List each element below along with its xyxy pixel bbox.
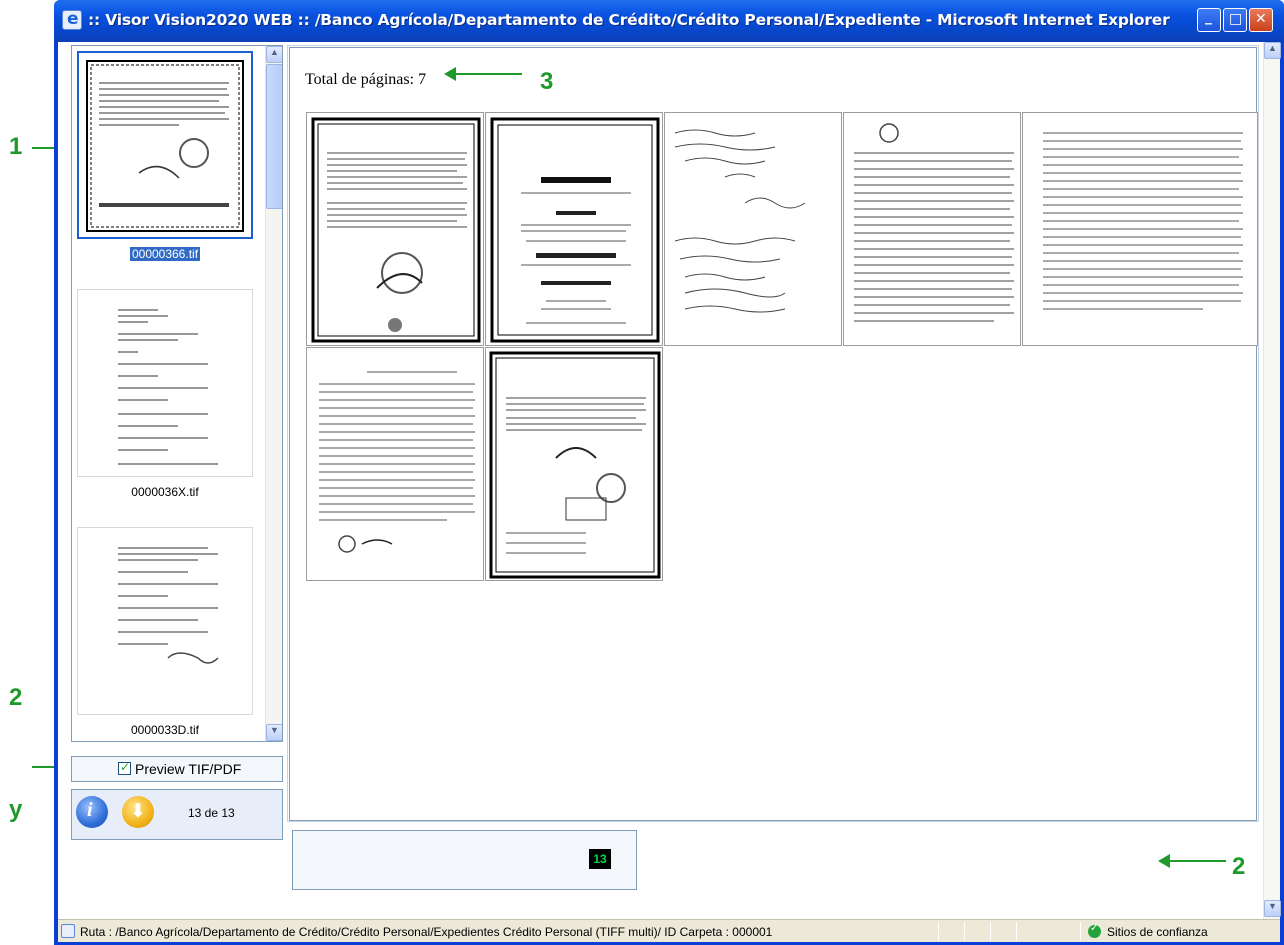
info-icon: i — [87, 799, 93, 821]
status-divider — [964, 922, 965, 941]
page-thumbnail[interactable] — [664, 112, 842, 346]
download-icon: ⬇ — [130, 800, 146, 822]
thumbnail-label[interactable]: 0000033D.tif — [77, 723, 253, 737]
annotation-y: y — [9, 796, 23, 823]
close-button[interactable]: ✕ — [1249, 8, 1273, 32]
page-counter: 13 — [589, 849, 611, 869]
page-thumbnail[interactable] — [1022, 112, 1258, 346]
status-divider — [938, 922, 939, 941]
thumbnail-image[interactable] — [77, 527, 253, 715]
annotation-1: 1 — [9, 133, 23, 160]
trusted-sites-icon — [1088, 923, 1101, 938]
thumbnail-image[interactable] — [77, 51, 253, 239]
ie-icon — [62, 9, 82, 30]
window-title: :: Visor Vision2020 WEB :: /Banco Agríco… — [88, 11, 1170, 29]
page-thumbnail[interactable] — [485, 347, 663, 581]
annotation-2-right: 2 — [1232, 853, 1246, 880]
download-button[interactable]: ⬇ — [122, 796, 154, 828]
status-bar: Ruta : /Banco Agrícola/Departamento de C… — [58, 919, 1280, 942]
thumbnail-label[interactable]: 00000366.tif — [77, 247, 253, 261]
window-scroll-up-button[interactable]: ▲ — [1264, 42, 1281, 59]
scroll-thumb[interactable] — [266, 64, 282, 209]
thumbnail-list[interactable]: 00000366.tif 0000036X.tif 0000033D.tif ▲… — [71, 45, 283, 742]
chevron-up-icon: ▲ — [270, 47, 279, 57]
browser-content: 00000366.tif 0000036X.tif 0000033D.tif ▲… — [58, 42, 1281, 942]
minimize-button[interactable]: _ — [1197, 8, 1221, 32]
maximize-button[interactable]: □ — [1223, 8, 1247, 32]
viewer-frame: Total de páginas: 7 — [289, 47, 1258, 821]
scroll-up-button[interactable]: ▲ — [266, 46, 282, 63]
status-divider — [1080, 922, 1081, 941]
document-viewer: Total de páginas: 7 — [287, 45, 1259, 822]
status-path: Ruta : /Banco Agrícola/Departamento de C… — [80, 925, 773, 939]
minimize-icon: _ — [1205, 9, 1212, 25]
title-bar[interactable]: :: Visor Vision2020 WEB :: /Banco Agríco… — [54, 0, 1284, 42]
annotation-3: 3 — [540, 68, 554, 95]
thumbnail-scrollbar[interactable]: ▲ ▼ — [265, 46, 282, 741]
page-count: 13 de 13 — [188, 806, 235, 820]
page-counter-box: 13 — [292, 830, 637, 890]
page-thumbnail[interactable] — [843, 112, 1021, 346]
page-thumbnail[interactable] — [485, 112, 663, 346]
thumbnail-image[interactable] — [77, 289, 253, 477]
page-icon — [61, 924, 75, 938]
preview-checkbox[interactable] — [118, 760, 131, 775]
annotation-3-arrow — [444, 67, 522, 81]
chevron-down-icon: ▼ — [1268, 901, 1277, 911]
page-thumbnail[interactable] — [306, 347, 484, 581]
security-zone: Sitios de confianza — [1107, 925, 1208, 939]
scroll-down-button[interactable]: ▼ — [266, 724, 282, 741]
window-scroll-down-button[interactable]: ▼ — [1264, 900, 1281, 917]
navigation-box: i ⬇ 13 de 13 — [71, 789, 283, 840]
thumbnail-label[interactable]: 0000036X.tif — [77, 485, 253, 499]
chevron-up-icon: ▲ — [1268, 43, 1277, 53]
preview-toggle-box: Preview TIF/PDF — [71, 756, 283, 782]
maximize-icon: □ — [1229, 11, 1243, 27]
info-button[interactable]: i — [76, 796, 108, 828]
total-pages-label: Total de páginas: 7 — [305, 71, 427, 88]
status-divider — [1016, 922, 1017, 941]
annotation-2-right-arrow — [1158, 854, 1226, 868]
close-icon: ✕ — [1255, 11, 1267, 27]
ie-window: :: Visor Vision2020 WEB :: /Banco Agríco… — [54, 0, 1284, 945]
status-divider — [990, 922, 991, 941]
preview-label[interactable]: Preview TIF/PDF — [135, 761, 241, 777]
annotation-2-left: 2 — [9, 684, 23, 711]
window-scrollbar[interactable]: ▲ ▼ — [1263, 42, 1281, 919]
page-thumbnail[interactable] — [306, 112, 484, 346]
chevron-down-icon: ▼ — [270, 725, 279, 735]
